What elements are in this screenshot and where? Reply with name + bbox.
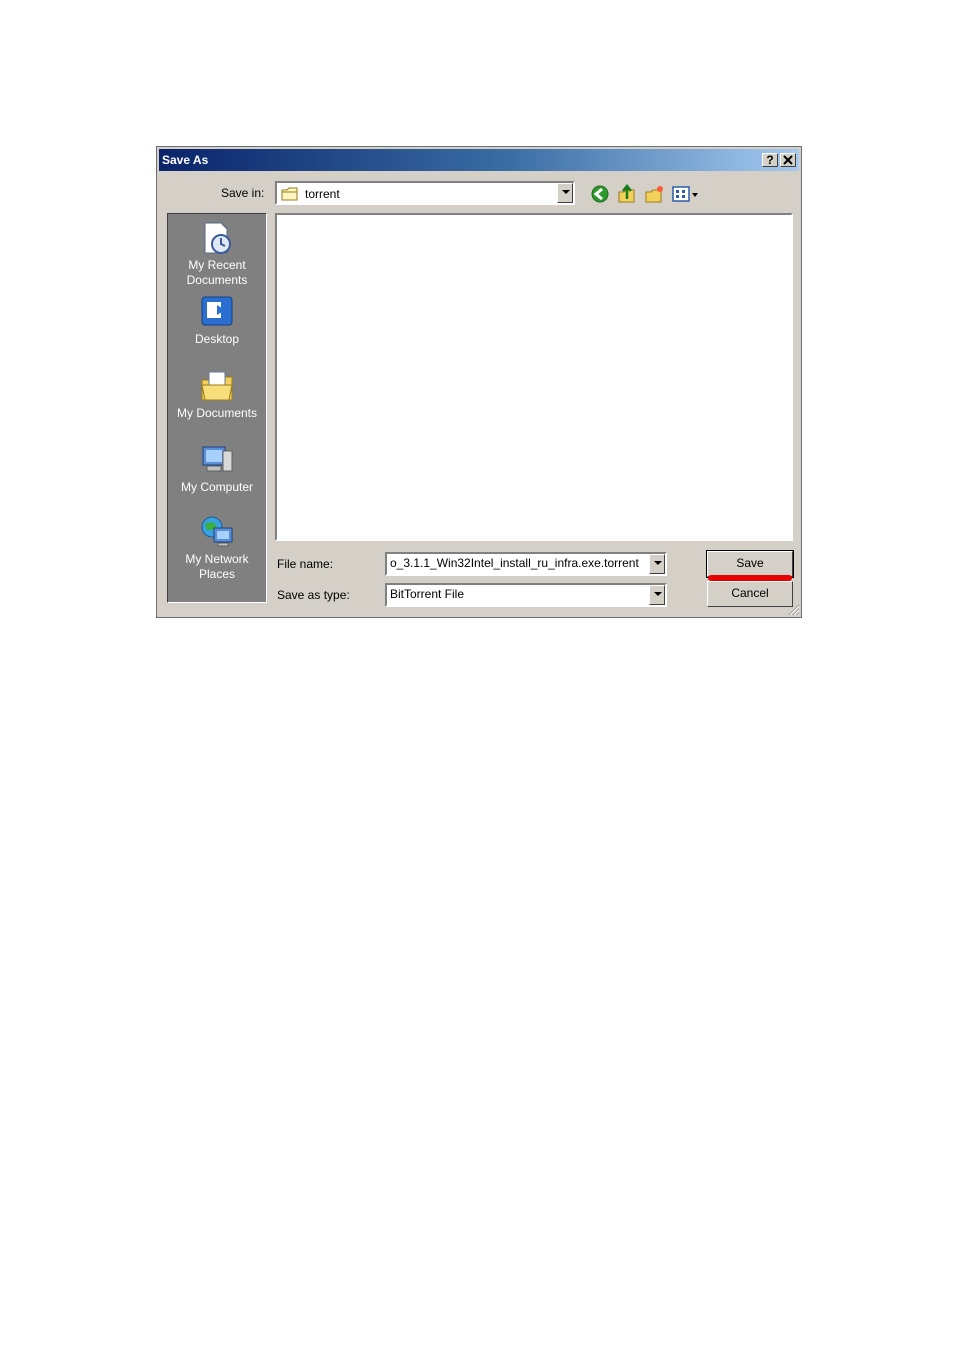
file-name-value: o_3.1.1_Win32Intel_install_ru_infra.exe.… [390,556,639,570]
file-list[interactable] [275,213,793,541]
place-label: My Documents [176,406,258,420]
close-button[interactable] [780,153,796,167]
views-menu-icon[interactable] [671,184,699,204]
save-as-dialog: Save As ? Save in: torrent My Recent Doc… [156,146,802,618]
desktop-icon [201,296,233,326]
my-computer-icon [202,446,233,472]
chevron-down-icon[interactable] [557,183,573,203]
save-as-type-value: BitTorrent File [390,587,465,601]
folder-icon [281,187,298,201]
back-icon[interactable] [590,184,610,204]
new-folder-icon[interactable] [644,184,664,204]
places-bar: My Recent Documents Desktop My Documents [167,213,267,603]
place-label: My Computer [180,480,254,494]
place-label: My Recent Documents [186,258,248,287]
save-in-value: torrent [305,187,340,201]
place-label: Desktop [194,332,240,346]
help-button[interactable]: ? [762,153,778,167]
chevron-down-icon[interactable] [649,554,665,574]
file-name-label: File name: [277,557,334,571]
up-folder-icon[interactable] [617,184,637,204]
resize-grip-icon[interactable] [787,603,800,616]
place-my-recent-documents[interactable]: My Recent Documents [168,220,266,288]
chevron-down-icon[interactable] [649,585,665,605]
file-name-field[interactable]: o_3.1.1_Win32Intel_install_ru_infra.exe.… [385,552,667,576]
place-label: My Network Places [185,552,249,581]
title-bar[interactable]: Save As ? [159,149,799,171]
network-places-icon [201,516,233,547]
save-in-dropdown[interactable]: torrent [275,181,575,205]
save-as-type-dropdown[interactable]: BitTorrent File [385,583,667,607]
place-my-computer[interactable]: My Computer [168,442,266,495]
place-desktop[interactable]: Desktop [168,294,266,347]
recent-documents-icon [204,222,231,254]
place-my-network-places[interactable]: My Network Places [168,514,266,582]
save-as-type-label: Save as type: [277,588,350,602]
my-documents-icon [201,371,233,401]
place-my-documents[interactable]: My Documents [168,368,266,421]
save-in-label: Save in: [221,186,265,200]
dialog-title: Save As [162,153,209,167]
save-button[interactable]: Save [706,550,794,578]
close-icon [783,155,793,165]
cancel-button[interactable]: Cancel [707,581,793,607]
